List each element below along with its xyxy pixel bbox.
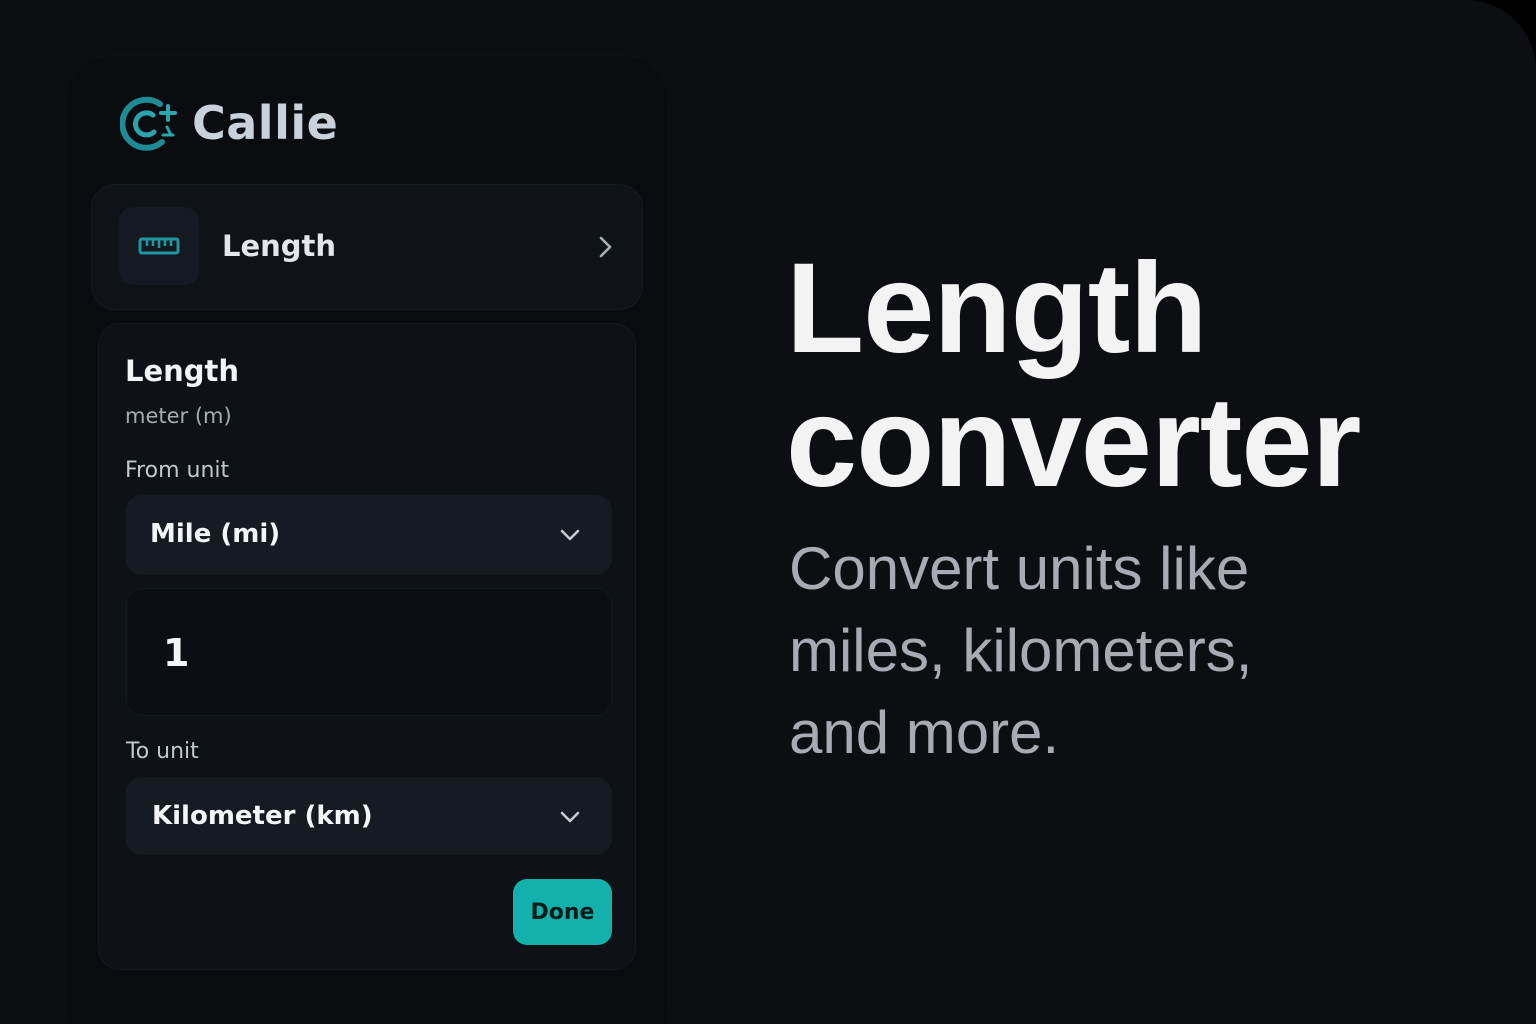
- from-unit-label: From unit: [125, 458, 230, 483]
- ruler-icon: [138, 237, 180, 255]
- chevron-right-icon: [599, 236, 612, 258]
- callie-logo-icon: [120, 96, 177, 151]
- amount-value: 1: [163, 631, 190, 675]
- brand: Callie: [120, 92, 338, 154]
- to-unit-select[interactable]: Kilometer (km): [126, 777, 612, 855]
- from-unit-value: Mile (mi): [150, 519, 281, 549]
- hero-title: Length converter: [786, 237, 1361, 514]
- chevron-down-icon: [560, 811, 580, 823]
- chevron-down-icon: [560, 529, 580, 541]
- amount-input[interactable]: 1: [126, 588, 612, 716]
- converter-card: Length meter (m) From unit Mile (mi) 1 T…: [98, 323, 636, 970]
- to-unit-label: To unit: [126, 739, 199, 764]
- app-frame: Callie Length Length meter (m) From unit…: [0, 0, 1536, 1024]
- category-selector[interactable]: Length: [91, 184, 643, 310]
- card-title: Length: [125, 354, 240, 388]
- category-icon-box: [119, 207, 199, 285]
- brand-name: Callie: [192, 96, 339, 150]
- category-label: Length: [222, 229, 337, 263]
- hero-subtitle: Convert units like miles, kilometers, an…: [789, 535, 1253, 766]
- from-unit-select[interactable]: Mile (mi): [126, 495, 612, 575]
- to-unit-value: Kilometer (km): [152, 801, 373, 831]
- done-button[interactable]: Done: [513, 879, 612, 945]
- base-unit-label: meter (m): [125, 404, 232, 428]
